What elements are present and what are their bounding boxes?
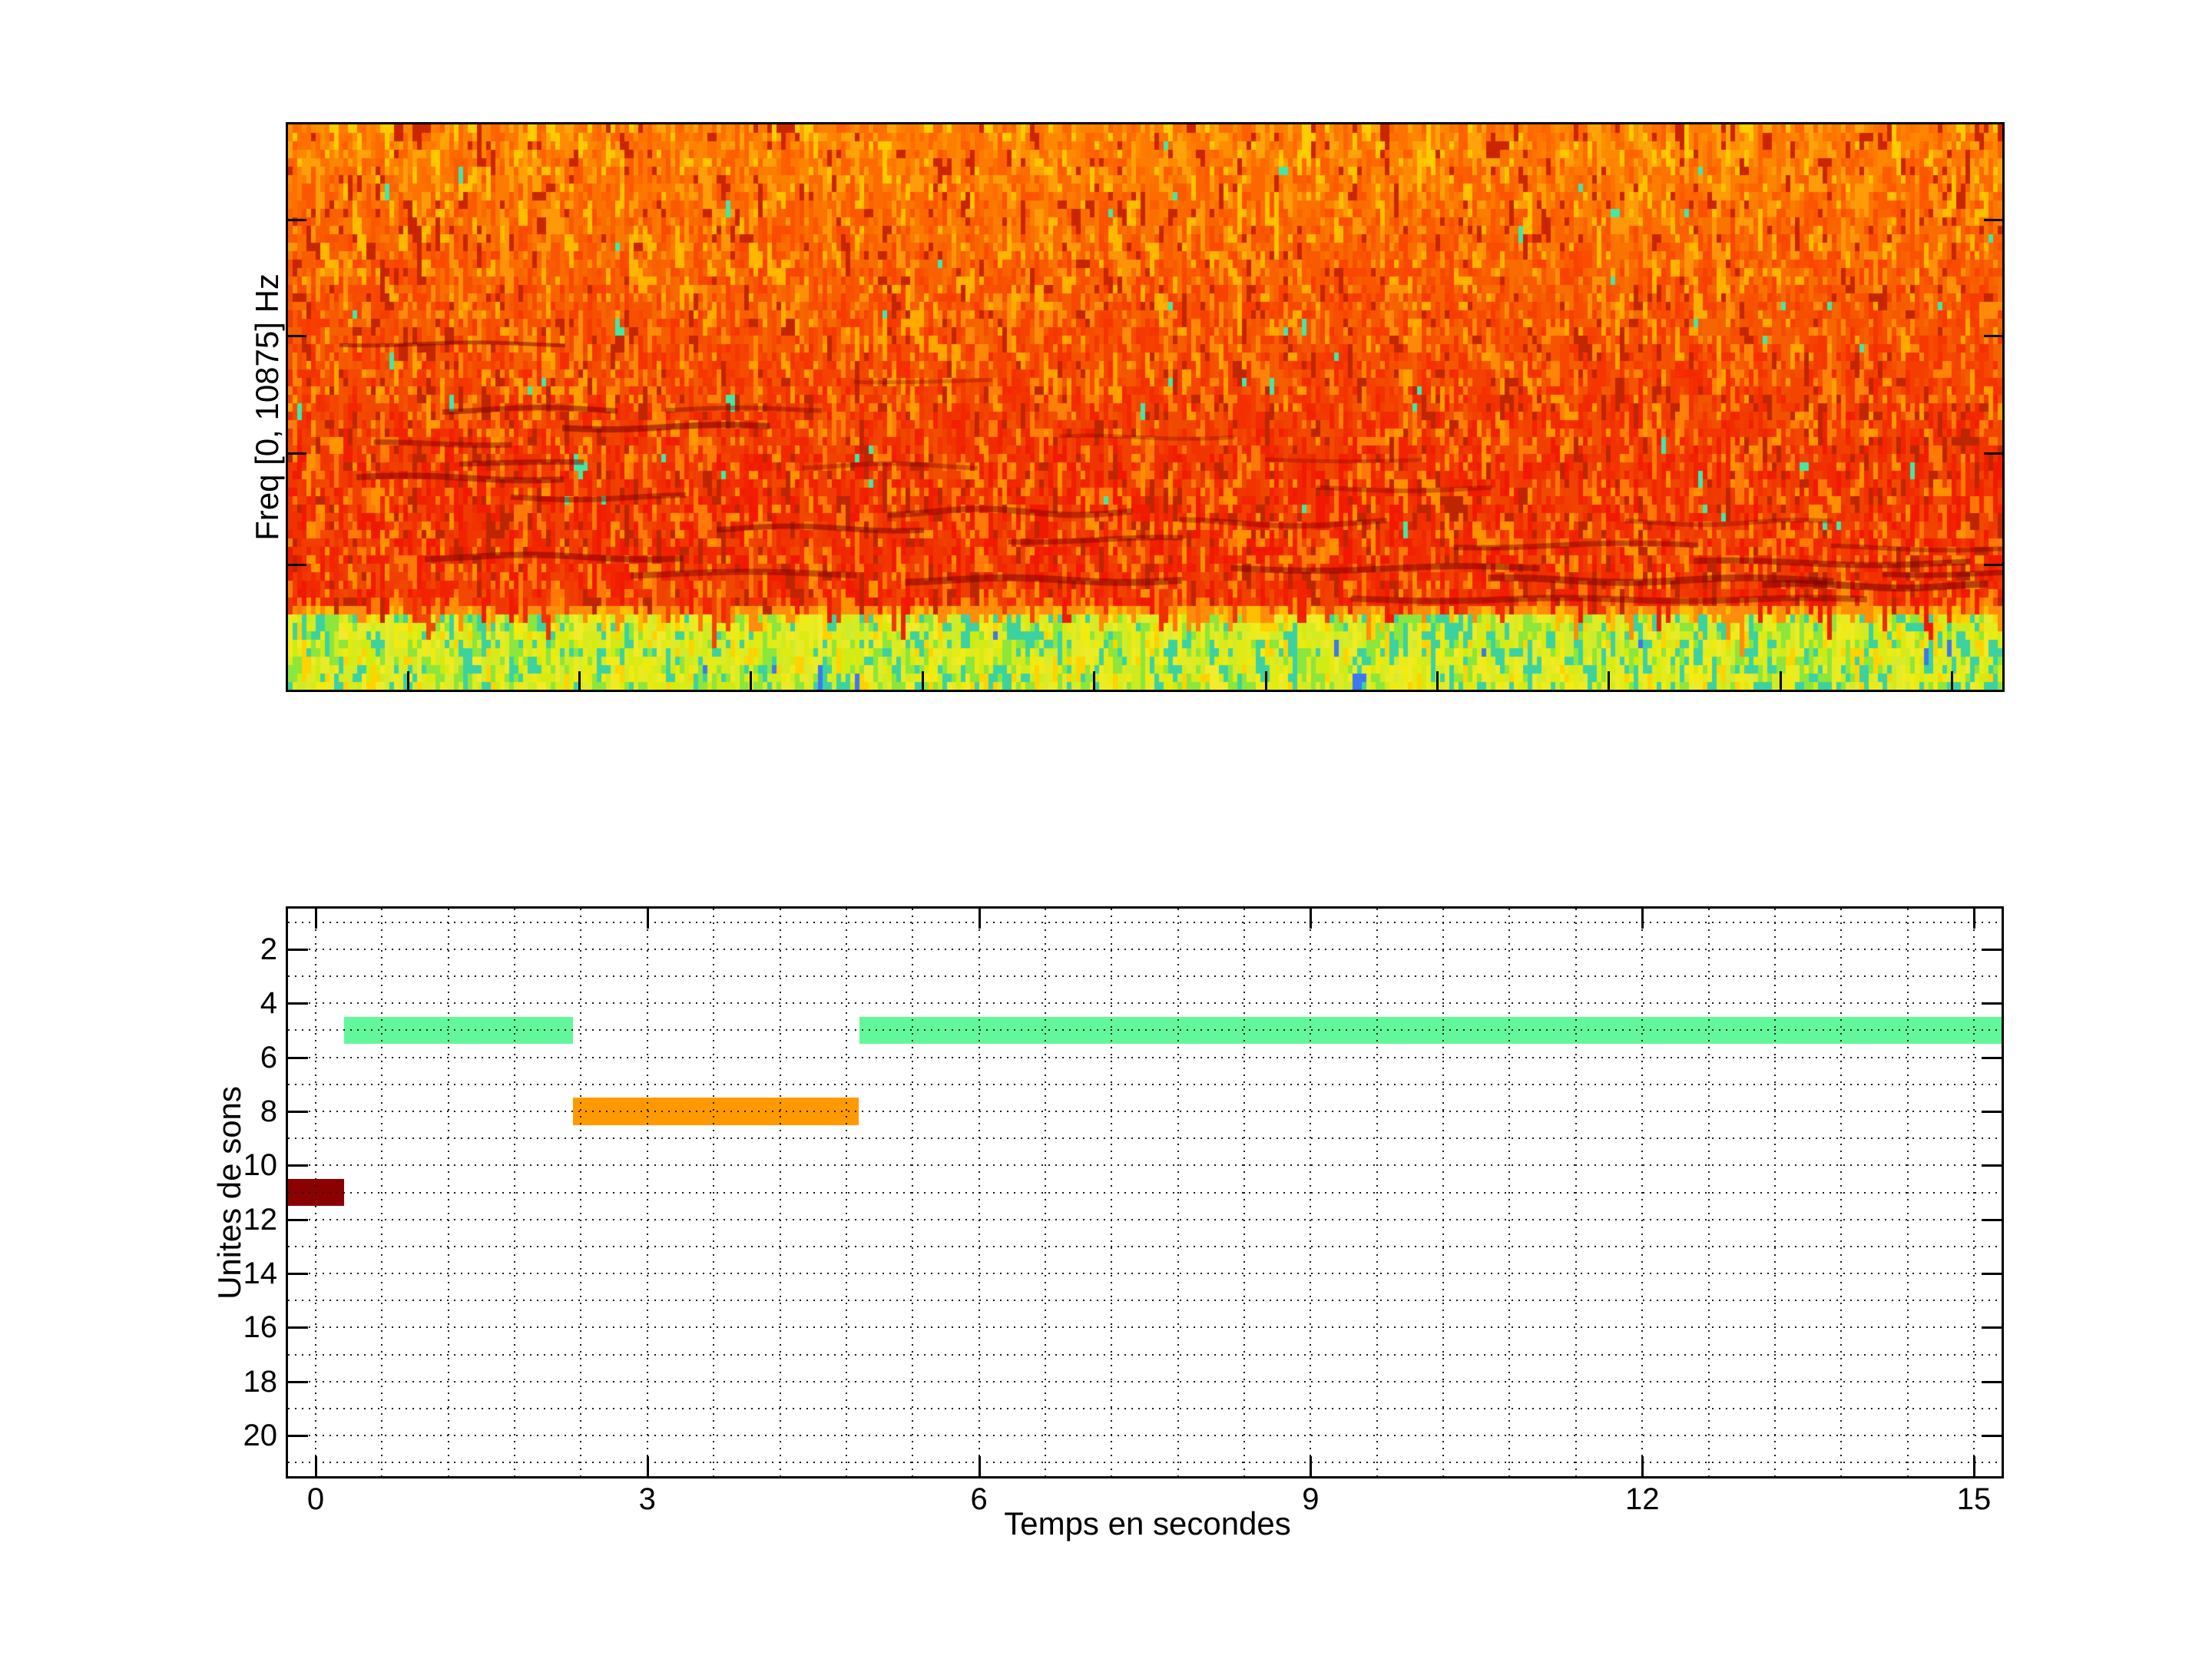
spectrogram-y-tick [288,452,306,455]
spectrogram-y-tick [288,335,306,337]
y-tick-label: 4 [204,986,277,1020]
y-gridline [288,1084,2002,1085]
y-tick-label: 20 [204,1419,277,1452]
y-gridline [288,1164,2002,1166]
spectrogram-axes [286,122,2005,692]
y-gridline [288,922,2002,923]
y-tick-right [1982,1057,2002,1059]
y-gridline [288,1137,2002,1139]
y-gridline [288,1354,2002,1356]
y-gridline [288,1219,2002,1220]
y-tick-right [1982,1002,2002,1005]
x-tick-label: 12 [1596,1482,1688,1516]
y-tick-right [1982,949,2002,951]
y-tick-right [1982,1381,2002,1383]
y-tick [288,1057,308,1059]
y-tick-label: 12 [204,1203,277,1237]
y-tick [288,1326,308,1329]
y-tick [288,1273,308,1275]
spectrogram-x-tick [1093,671,1095,690]
y-tick-right [1982,1111,2002,1113]
y-tick-label: 6 [204,1041,277,1075]
x-tick-top [1641,909,1644,929]
spectrogram-canvas [288,124,2002,690]
y-tick-label: 2 [204,932,277,966]
y-tick-label: 10 [204,1148,277,1182]
y-tick-label: 8 [204,1094,277,1128]
y-tick [288,1219,308,1221]
y-tick [288,1164,308,1167]
y-tick-label: 18 [204,1365,277,1399]
y-gridline [288,1246,2002,1247]
spectrogram-ylabel: Freq [0, 10875] Hz [249,273,286,541]
spectrogram-y-tick [288,219,306,221]
spectrogram-x-tick [1265,671,1267,690]
y-tick [288,1381,308,1383]
y-tick [288,1002,308,1005]
y-tick-right [1982,1326,2002,1329]
matlab-figure: Freq [0, 10875] Hz Unites de sons Temps … [0,0,2212,1659]
spectrogram-x-tick [1951,671,1953,690]
y-tick-label: 14 [204,1257,277,1290]
plot-xlabel: Temps en secondes [1004,1505,1291,1542]
y-gridline [288,1111,2002,1112]
x-tick [1641,1456,1644,1476]
y-tick-right [1982,1219,2002,1221]
y-tick [288,949,308,951]
spectrogram-y-tick [1984,335,2002,337]
y-gridline [288,1192,2002,1194]
y-tick [288,1111,308,1113]
spectrogram-x-tick [1436,671,1439,690]
x-tick [979,1456,981,1476]
y-gridline [288,1462,2002,1463]
units-plot-axes [286,906,2004,1479]
y-tick [288,1435,308,1437]
x-tick [647,1456,649,1476]
spectrogram-y-tick [1984,452,2002,455]
x-tick [1973,1456,1975,1476]
y-gridline [288,1381,2002,1382]
x-tick-label: 3 [601,1482,694,1516]
y-gridline [288,1002,2002,1004]
y-gridline [288,1300,2002,1301]
x-tick-label: 9 [1264,1482,1356,1516]
spectrogram-x-tick [750,671,752,690]
x-tick-top [647,909,649,929]
spectrogram-x-tick [1608,671,1610,690]
x-tick-top [1310,909,1312,929]
x-tick [315,1456,317,1476]
spectrogram-y-tick [1984,564,2002,566]
spectrogram-y-tick [1984,219,2002,221]
y-gridline [288,949,2002,950]
spectrogram-x-tick [407,671,409,690]
x-tick-top [1973,909,1975,929]
y-tick-right [1982,1435,2002,1437]
spectrogram-x-tick [1780,671,1782,690]
x-tick-label: 6 [933,1482,1025,1516]
y-gridline [288,1057,2002,1058]
y-tick-right [1982,1164,2002,1167]
y-gridline [288,975,2002,977]
y-gridline [288,1273,2002,1274]
spectrogram-x-tick [922,671,924,690]
x-tick [1310,1456,1312,1476]
y-gridline [288,1408,2002,1409]
x-tick-top [979,909,981,929]
spectrogram-y-tick [288,564,306,566]
y-gridline [288,1029,2002,1031]
x-tick-label: 0 [270,1482,362,1516]
y-tick-right [1982,1273,2002,1275]
x-tick-top [315,909,317,929]
y-gridline [288,1435,2002,1436]
spectrogram-x-tick [578,671,581,690]
y-tick-label: 16 [204,1310,277,1344]
x-tick-label: 15 [1928,1482,2020,1516]
y-gridline [288,1326,2002,1328]
